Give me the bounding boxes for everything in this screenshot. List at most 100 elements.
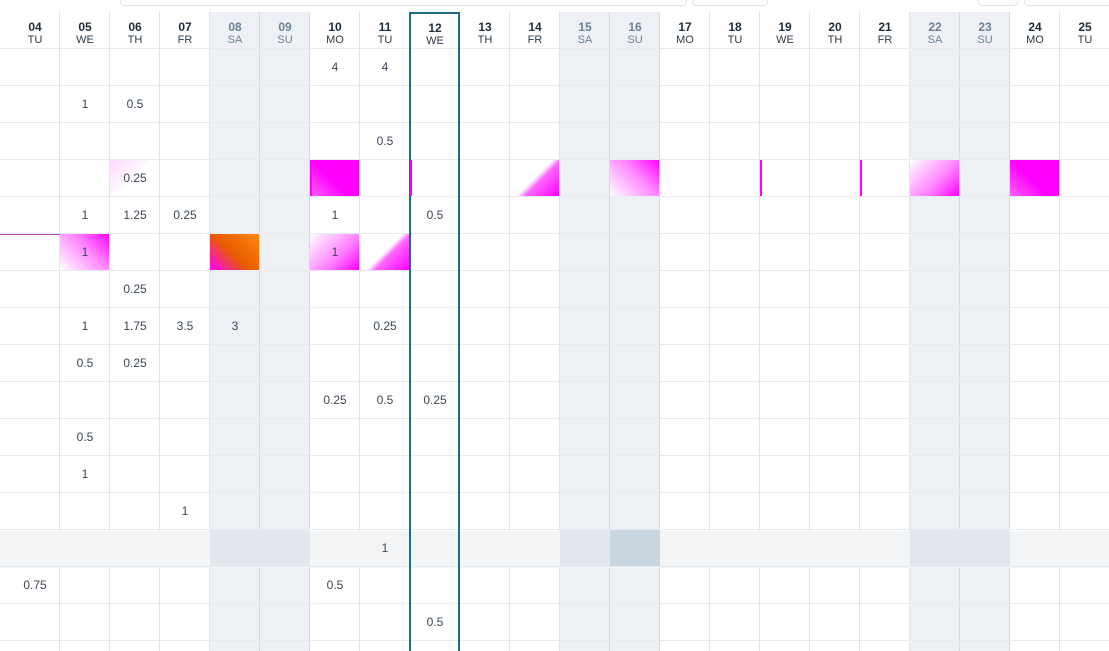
day-header[interactable]: 23 SU [960,12,1010,49]
hours-cell[interactable]: 3.5 [160,308,210,345]
hours-cell[interactable]: 0.5 [110,86,160,123]
day-header[interactable]: 15 SA [560,12,610,49]
day-number: 13 [478,20,492,34]
heat-cell[interactable] [1010,160,1059,196]
hours-cell[interactable]: 0.25 [160,197,210,234]
day-of-week: FR [527,34,543,46]
day-number: 24 [1028,20,1042,34]
day-header[interactable]: 22 SA [910,12,960,49]
day-of-week: TU [727,34,743,46]
day-number: 08 [228,20,242,34]
hours-cell[interactable]: 0.5 [360,123,410,160]
day-of-week: TU [27,34,43,46]
period-button[interactable] [1024,0,1109,6]
day-of-week: WE [776,34,794,46]
heat-cell[interactable] [510,160,559,196]
day-header[interactable]: 25 TU [1060,12,1109,49]
day-header-today[interactable]: 12 WE [410,12,460,49]
hours-cell[interactable]: 1 [60,234,110,271]
day-header[interactable]: 06 TH [110,12,160,49]
day-header[interactable]: 18 TU [710,12,760,49]
day-of-week: TU [1077,34,1093,46]
hours-cell[interactable]: 1 [310,197,360,234]
day-header[interactable]: 13 TH [460,12,510,49]
day-number: 17 [678,20,692,34]
day-header[interactable]: 04 TU [10,12,60,49]
hours-cell[interactable]: 1.25 [110,197,160,234]
highlighted-weekend-cell[interactable] [260,530,310,567]
day-of-week: SU [627,34,643,46]
heat-sliver [310,160,312,196]
day-number: 15 [578,20,592,34]
hours-cell[interactable]: 0.5 [60,345,110,382]
highlighted-weekend-cell[interactable] [560,530,610,567]
hours-cell[interactable]: 1 [60,456,110,493]
day-of-week: WE [426,35,444,47]
day-of-week: FR [177,34,193,46]
hours-cell[interactable]: 1 [60,308,110,345]
day-header[interactable]: 10 MO [310,12,360,49]
day-header[interactable]: 14 FR [510,12,560,49]
day-header[interactable]: 09 SU [260,12,310,49]
view-select[interactable] [692,0,768,6]
hours-cell[interactable]: 1 [310,234,360,271]
hours-cell[interactable]: 1 [360,530,410,567]
hours-cell[interactable]: 0.5 [360,382,410,419]
day-of-week: TH [827,34,843,46]
day-header[interactable]: 19 WE [760,12,810,49]
hours-cell[interactable]: 0.25 [110,160,160,197]
hours-cell[interactable]: 1.75 [110,308,160,345]
day-number: 06 [128,20,142,34]
day-number: 04 [28,20,42,34]
highlighted-weekend-cell[interactable] [960,530,1010,567]
highlighted-weekend-cell[interactable] [210,530,260,567]
row-divider [0,381,1109,382]
hours-cell[interactable]: 4 [310,49,360,86]
heat-cell[interactable] [210,234,259,270]
hours-cell[interactable]: 0.25 [360,308,410,345]
highlighted-weekend-cell[interactable] [910,530,960,567]
highlighted-weekend-cell[interactable] [610,530,660,567]
hours-cell[interactable]: 0.5 [60,419,110,456]
hours-cell[interactable]: 0.75 [10,567,60,604]
heat-cell[interactable] [910,160,959,196]
day-of-week: WE [76,34,94,46]
hours-cell[interactable]: 0.5 [310,567,360,604]
day-number: 25 [1078,20,1092,34]
nav-button[interactable] [978,0,1018,6]
day-header[interactable]: 17 MO [660,12,710,49]
day-header[interactable]: 05 WE [60,12,110,49]
hours-cell[interactable]: 0.25 [110,271,160,308]
day-header[interactable]: 21 FR [860,12,910,49]
row-divider [0,122,1109,123]
hours-cell[interactable]: 0.25 [410,382,460,419]
day-of-week: SA [577,34,593,46]
hours-cell[interactable]: 1 [160,493,210,530]
day-header[interactable]: 07 FR [160,12,210,49]
hours-cell[interactable]: 1 [60,86,110,123]
day-of-week: SA [227,34,243,46]
day-header[interactable]: 16 SU [610,12,660,49]
search-input[interactable] [120,0,687,6]
hours-cell[interactable]: 3 [210,308,260,345]
day-of-week: FR [877,34,893,46]
heat-cell[interactable] [310,160,359,196]
hours-cell[interactable]: 0.5 [410,604,460,641]
hours-cell[interactable]: 4 [360,49,410,86]
hours-cell[interactable]: 0.25 [110,345,160,382]
day-of-week: TH [477,34,493,46]
row-divider [0,566,1109,567]
hours-cell[interactable]: 1 [60,197,110,234]
hours-cell[interactable]: 0.25 [310,382,360,419]
hours-cell[interactable]: 0.5 [410,197,460,234]
heat-sliver [410,160,412,196]
day-header[interactable]: 20 TH [810,12,860,49]
heat-cell[interactable] [360,234,409,270]
day-header[interactable]: 11 TU [360,12,410,49]
day-header[interactable]: 24 MO [1010,12,1060,49]
heat-cell[interactable] [610,160,659,196]
day-header[interactable]: 08 SA [210,12,260,49]
day-number: 18 [728,20,742,34]
today-marker-right [458,12,460,651]
heat-sliver [760,160,762,196]
